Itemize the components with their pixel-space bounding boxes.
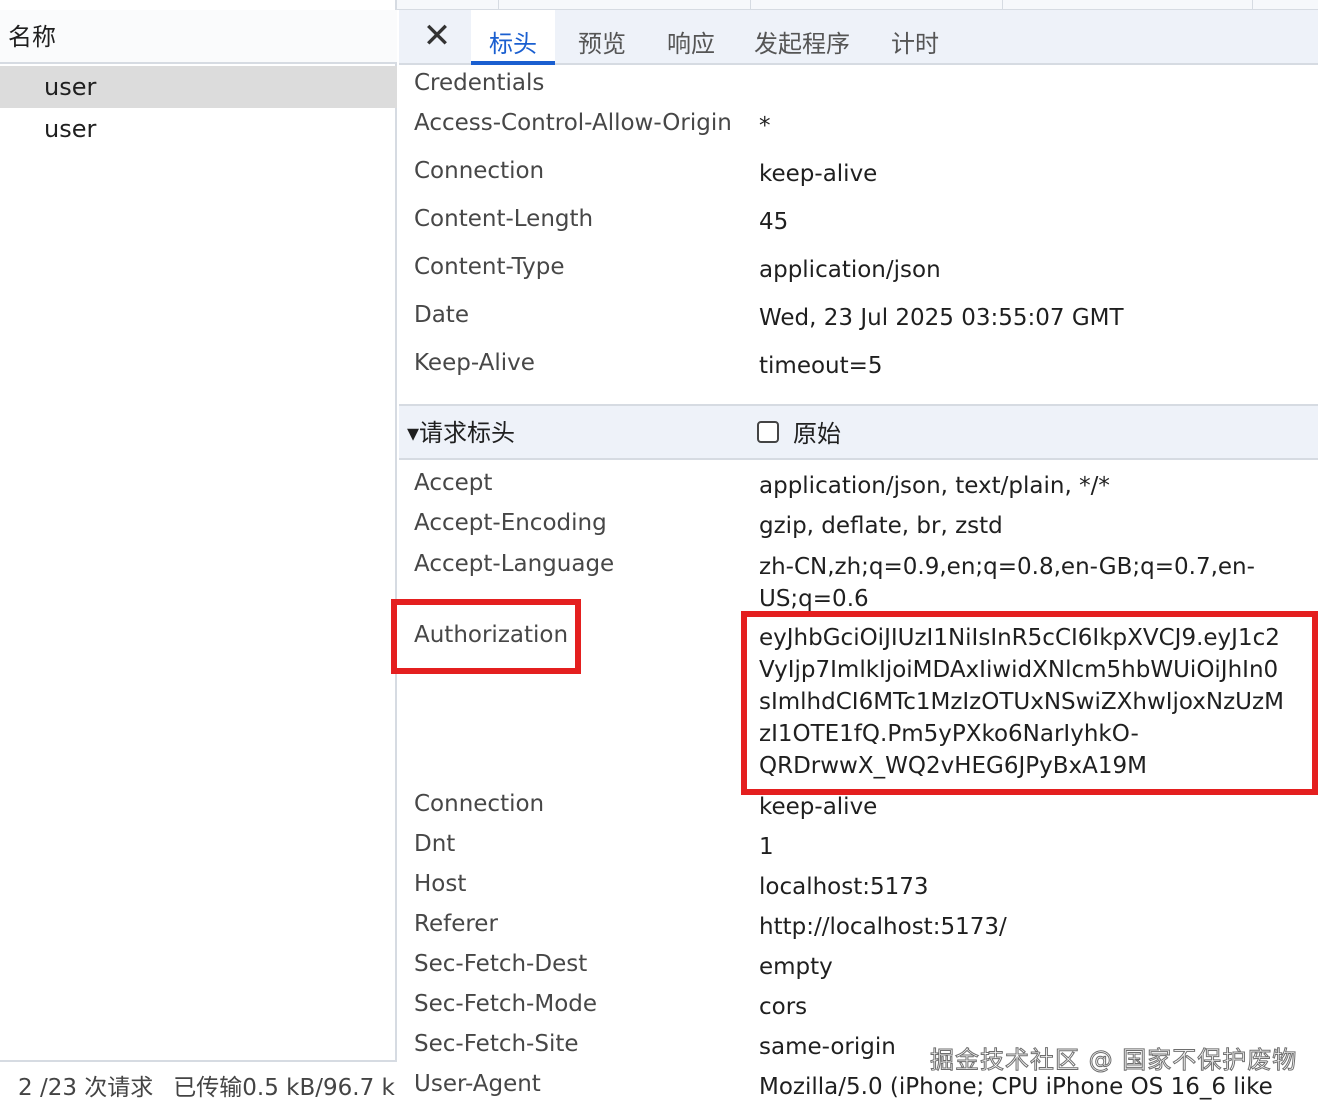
close-icon[interactable]: ✕ <box>419 18 455 54</box>
header-name: Sec-Fetch-Mode <box>414 991 598 1017</box>
header-value: empty <box>759 954 833 980</box>
raw-checkbox-label[interactable]: 原始 <box>793 406 841 462</box>
header-value: keep-alive <box>759 794 878 820</box>
header-value: http://localhost:5173/ <box>759 914 1007 940</box>
header-name: Accept-Encoding <box>414 510 607 536</box>
header-name: Sec-Fetch-Site <box>414 1031 579 1057</box>
status-bar: 2 /23 次请求 已传输0.5 kB/96.7 kB <box>0 1060 397 1100</box>
header-value: timeout=5 <box>759 353 883 379</box>
header-value: Mozilla/5.0 (iPhone; CPU iPhone OS 16_6 … <box>759 1074 1273 1100</box>
tab-preview[interactable]: 预览 <box>578 10 626 65</box>
header-name: Accept-Language <box>414 551 615 577</box>
name-column-header[interactable]: 名称 <box>0 10 397 64</box>
header-name: Dnt <box>414 831 456 857</box>
tab-headers[interactable]: 标头 <box>471 10 555 65</box>
header-name: Content-Length <box>414 206 594 232</box>
header-name: User-Agent <box>414 1071 541 1097</box>
header-name: Keep-Alive <box>414 350 535 376</box>
watermark-text: 掘金技术社区 @ 国家不保护废物 <box>929 1046 1298 1075</box>
request-headers-title[interactable]: ▾请求标头 <box>407 406 515 460</box>
header-value: 45 <box>759 209 789 235</box>
header-value-multiline: zh-CN,zh;q=0.9,en;q=0.8,en-GB;q=0.7,en- … <box>759 551 1318 615</box>
header-name: Access-Control-Allow-Origin <box>414 110 732 136</box>
header-value: 1 <box>759 834 774 860</box>
header-name: Host <box>414 871 467 897</box>
devtools-network-panel: 名称 user user 2 /23 次请求 已传输0.5 kB/96.7 kB … <box>0 0 1318 1100</box>
header-name: Connection <box>414 158 545 184</box>
header-name: Content-Type <box>414 254 565 280</box>
authorization-name-highlight <box>391 599 581 674</box>
authorization-value-highlight <box>741 611 1318 795</box>
header-value: application/json <box>759 257 941 283</box>
header-name: Credentials <box>414 70 545 96</box>
tab-initiator[interactable]: 发起程序 <box>754 10 850 65</box>
tab-timing[interactable]: 计时 <box>891 10 939 65</box>
header-value: * <box>759 113 771 139</box>
request-headers-section-header[interactable]: ▾请求标头 原始 <box>399 404 1318 460</box>
tab-response[interactable]: 响应 <box>667 10 715 65</box>
header-name: Accept <box>414 470 493 496</box>
header-name: Connection <box>414 791 545 817</box>
header-name: Date <box>414 302 469 328</box>
request-list-panel: 名称 user user 2 /23 次请求 已传输0.5 kB/96.7 kB <box>0 0 397 1100</box>
header-name: Referer <box>414 911 498 937</box>
header-value: Wed, 23 Jul 2025 03:55:07 GMT <box>759 305 1124 331</box>
value-line: zh-CN,zh;q=0.9,en;q=0.8,en-GB;q=0.7,en- <box>759 554 1255 580</box>
header-value: application/json, text/plain, */* <box>759 473 1110 499</box>
header-value: localhost:5173 <box>759 874 929 900</box>
header-name: Sec-Fetch-Dest <box>414 951 588 977</box>
request-row-user[interactable]: user <box>0 108 397 150</box>
header-value: keep-alive <box>759 161 878 187</box>
header-value: gzip, deflate, br, zstd <box>759 513 1003 539</box>
detail-tab-bar: ✕ 标头 预览 响应 发起程序 计时 <box>399 10 1318 65</box>
raw-checkbox[interactable] <box>757 421 779 443</box>
transfer-size: 已传输0.5 kB/96.7 kB <box>173 1075 397 1100</box>
request-count: 2 /23 次请求 <box>18 1075 154 1100</box>
request-row-user-selected[interactable]: user <box>0 66 397 108</box>
header-value: cors <box>759 994 808 1020</box>
